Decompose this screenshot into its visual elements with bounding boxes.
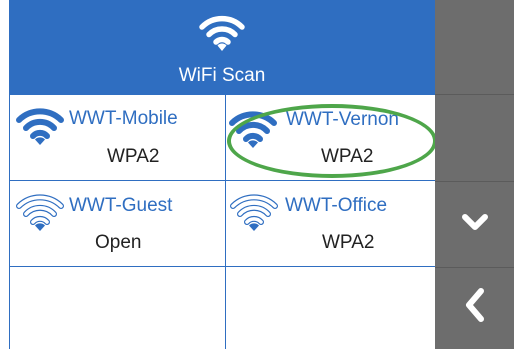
network-grid: WWT-Mobile WPA2 WWT-Vernon WPA2 WWT-Gues…	[9, 95, 436, 349]
empty-network-tile	[226, 267, 436, 349]
page-title: WiFi Scan	[178, 65, 266, 86]
back-button[interactable]	[435, 268, 514, 349]
network-tile-wwt-office[interactable]: WWT-Office WPA2	[226, 181, 436, 266]
network-tile-wwt-mobile[interactable]: WWT-Mobile WPA2	[10, 95, 225, 180]
network-ssid: WWT-Office	[285, 195, 388, 216]
sidebar	[435, 0, 514, 349]
network-ssid: WWT-Vernon	[286, 109, 399, 130]
network-security: WPA2	[107, 146, 160, 167]
wifi-signal-weak-icon	[16, 194, 64, 231]
header-bar: WiFi Scan	[9, 0, 435, 95]
empty-network-tile	[10, 267, 225, 349]
chevron-left-icon	[466, 288, 484, 322]
network-ssid: WWT-Guest	[69, 195, 173, 216]
sidebar-button-blank	[435, 95, 514, 182]
sidebar-button-blank	[435, 0, 514, 95]
wifi-signal-strong-icon	[16, 108, 64, 145]
network-security: WPA2	[322, 232, 375, 253]
network-tile-wwt-guest[interactable]: WWT-Guest Open	[10, 181, 225, 266]
network-security: WPA2	[321, 146, 374, 167]
chevron-down-icon	[462, 214, 488, 230]
wifi-signal-weak-icon	[230, 194, 278, 231]
scroll-down-button[interactable]	[435, 182, 514, 268]
wifi-signal-strong-icon	[229, 111, 277, 148]
network-ssid: WWT-Mobile	[69, 108, 178, 129]
wifi-icon	[199, 15, 245, 51]
wifi-scan-screen: WiFi Scan WWT-Mobile WPA2 WWT-Vernon WPA…	[9, 0, 514, 349]
network-security: Open	[95, 232, 142, 253]
network-tile-wwt-vernon[interactable]: WWT-Vernon WPA2	[226, 95, 436, 180]
